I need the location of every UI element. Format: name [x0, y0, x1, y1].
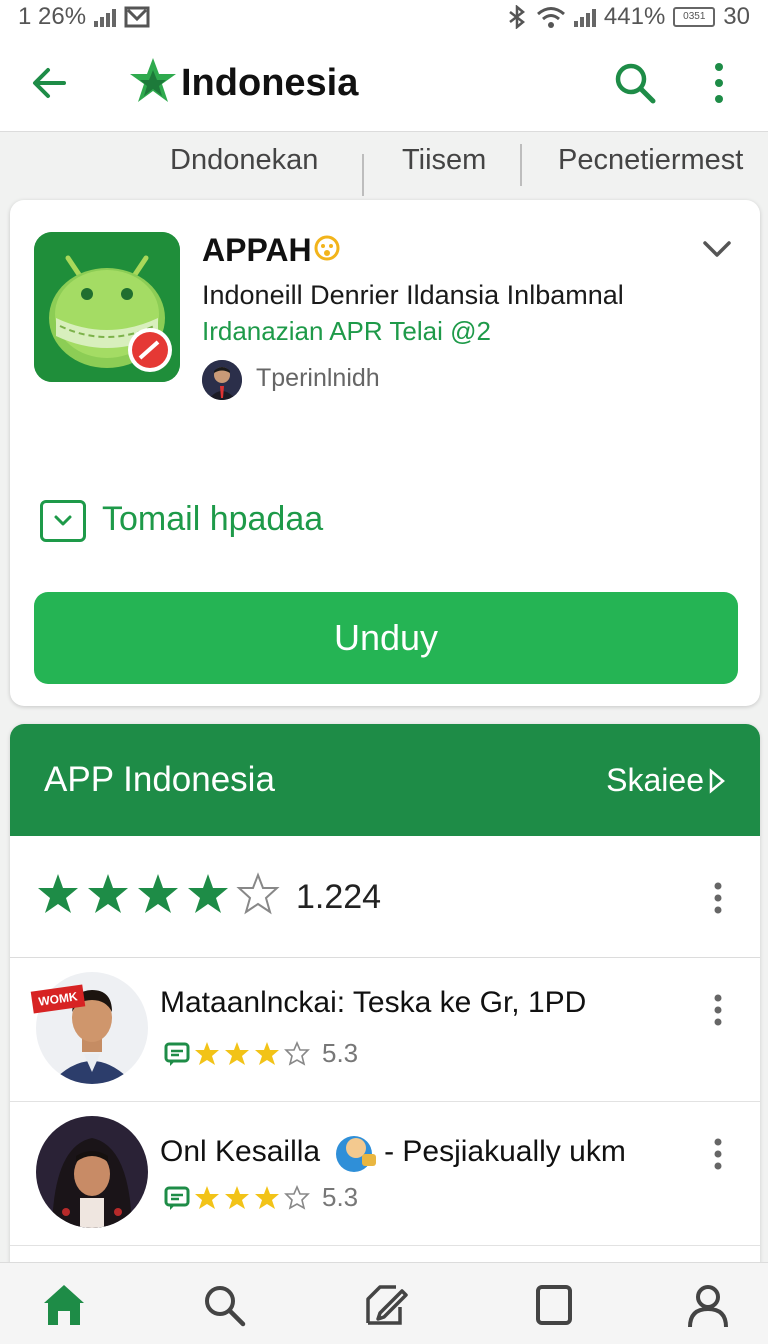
edit-icon[interactable]: [362, 1281, 410, 1329]
status-clock: 30: [723, 3, 750, 30]
review-score: 5.3: [322, 1182, 359, 1212]
more-vertical-icon[interactable]: [706, 878, 730, 918]
rating-count: 1.224: [296, 878, 382, 916]
publisher-name: Tperinlnidh: [256, 364, 380, 392]
page-title: Indonesia: [181, 62, 359, 104]
review-title: Onl Kesailla - Pesjiakually ukm: [160, 1130, 626, 1174]
overall-rating-row: 1.224: [10, 836, 760, 958]
signal-icon: [94, 7, 117, 27]
section-header: APP Indonesia Skaiee: [10, 724, 760, 836]
more-vertical-icon[interactable]: [706, 990, 730, 1030]
star-filled-icon: [225, 1041, 249, 1065]
rating-stars: [36, 872, 280, 916]
section-title: APP Indonesia: [44, 760, 275, 799]
star-filled-icon: [255, 1041, 279, 1065]
comment-icon: [164, 1042, 190, 1066]
app-developer-link[interactable]: Irdanazian APR Telai @2: [202, 316, 491, 347]
app-card: APPAH Indoneill Denrier Ildansia Inlbamn…: [10, 200, 760, 706]
app-name: APPAH: [202, 232, 312, 268]
comment-icon: [164, 1186, 190, 1210]
star-outline-icon: [284, 1040, 310, 1066]
square-icon[interactable]: [530, 1281, 578, 1329]
star-filled-icon: [225, 1185, 249, 1209]
status-time: 1 26%: [18, 3, 87, 30]
star-filled-icon: [88, 874, 128, 913]
expand-chevron-box-icon[interactable]: [40, 500, 86, 542]
review-item[interactable]: Onl Kesailla - Pesjiakually ukm 5.3: [10, 1102, 760, 1246]
reviews-section: APP Indonesia Skaiee 1.224 WOMK Mataanln…: [10, 724, 760, 1284]
install-button[interactable]: Unduy: [34, 592, 738, 684]
tab-divider: [362, 154, 364, 196]
star-outline-icon: [236, 872, 280, 915]
star-logo-icon: [130, 58, 176, 102]
star-filled-icon: [188, 874, 228, 913]
top-app-bar: Indonesia: [0, 34, 768, 132]
emoji-sticker-icon: [336, 1136, 377, 1172]
play-arrow-icon: [709, 767, 725, 794]
see-all-link[interactable]: Skaiee: [606, 762, 726, 799]
arrow-left-icon[interactable]: [28, 62, 70, 104]
smiley-badge-icon: [314, 235, 340, 261]
tab-divider: [520, 144, 522, 186]
more-vertical-icon[interactable]: [706, 1134, 730, 1174]
publisher-avatar: [202, 360, 242, 400]
expand-details-label[interactable]: Tomail hpadaa: [102, 500, 323, 539]
star-filled-icon: [255, 1185, 279, 1209]
tab-pecnetiermest[interactable]: Pecnetiermest: [558, 144, 743, 177]
reviewer-avatar: [36, 1116, 148, 1228]
home-icon[interactable]: [40, 1281, 88, 1329]
battery-percent: 441%: [603, 3, 666, 30]
review-meta: 5.3: [164, 1182, 358, 1213]
review-title-end: - Pesjiakually ukm: [384, 1135, 626, 1168]
chevron-down-icon[interactable]: [700, 236, 734, 262]
profile-icon[interactable]: [684, 1281, 732, 1329]
review-meta: 5.3: [164, 1038, 358, 1069]
sub-tabs: Dndonekan Tiisem Pecnetiermest: [0, 132, 768, 196]
cell-signal-icon: [573, 7, 596, 27]
star-filled-icon: [195, 1041, 219, 1065]
more-vertical-icon[interactable]: [704, 58, 734, 108]
status-bar: 1 26% 441% 0351 30: [0, 0, 768, 34]
wifi-icon: [536, 7, 565, 28]
star-filled-icon: [138, 874, 178, 913]
search-icon[interactable]: [612, 60, 658, 106]
tab-dndonekan[interactable]: Dndonekan: [170, 144, 318, 177]
bottom-navigation: [0, 1262, 768, 1344]
tab-tiisem[interactable]: Tiisem: [402, 144, 486, 177]
android-app-icon[interactable]: [34, 232, 180, 382]
star-outline-icon: [284, 1184, 310, 1210]
search-icon[interactable]: [200, 1281, 248, 1329]
bluetooth-icon: [509, 5, 525, 29]
review-item[interactable]: WOMK Mataanlnckai: Teska ke Gr, 1PD 5.3: [10, 958, 760, 1102]
star-filled-icon: [38, 874, 78, 913]
mail-icon: [124, 6, 150, 28]
star-filled-icon: [195, 1185, 219, 1209]
review-title-start: Onl Kesailla: [160, 1135, 321, 1168]
see-all-label: Skaiee: [606, 762, 704, 798]
battery-icon: 0351: [673, 7, 716, 27]
review-score: 5.3: [322, 1038, 359, 1068]
app-description: Indoneill Denrier Ildansia Inlbamnal: [202, 280, 624, 310]
review-title: Mataanlnckai: Teska ke Gr, 1PD: [160, 986, 587, 1019]
